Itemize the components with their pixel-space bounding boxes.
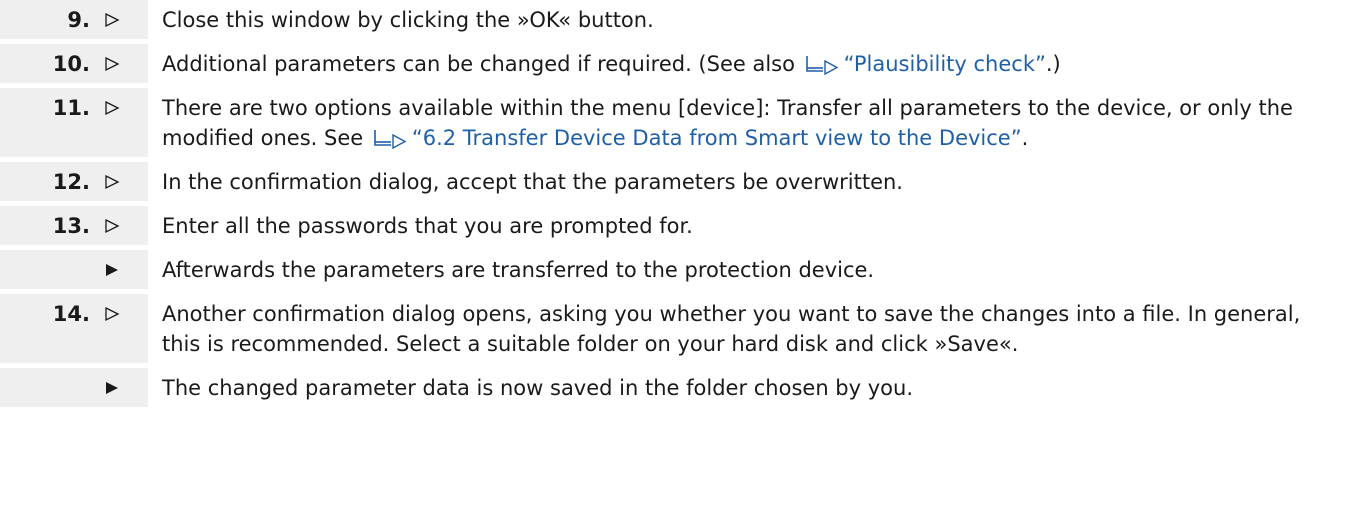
step-text: Close this window by clicking the »OK« b… <box>148 0 1368 39</box>
triangle-filled-icon <box>104 255 126 285</box>
step-text-body: Additional parameters can be changed if … <box>162 52 802 76</box>
triangle-outline-icon <box>104 93 126 123</box>
triangle-outline-icon <box>104 211 126 241</box>
step-text: In the confirmation dialog, accept that … <box>148 162 1368 201</box>
step-gutter <box>0 368 148 407</box>
instruction-steps: 9. Close this window by clicking the »OK… <box>0 0 1368 412</box>
step-text-body: Another confirmation dialog opens, askin… <box>162 302 1301 356</box>
step-13: 13. Enter all the passwords that you are… <box>0 206 1368 245</box>
triangle-outline-icon <box>104 5 126 35</box>
cross-reference-arrow-icon <box>804 55 840 75</box>
cross-reference-arrow-icon <box>372 129 408 149</box>
triangle-outline-icon <box>104 49 126 79</box>
step-text-suffix: . <box>1021 126 1029 150</box>
step-gutter: 9. <box>0 0 148 39</box>
step-gutter: 14. <box>0 294 148 363</box>
step-gutter <box>0 250 148 289</box>
step-gutter: 11. <box>0 88 148 157</box>
step-number: 9. <box>67 8 90 32</box>
triangle-outline-icon <box>104 299 126 329</box>
step-text-body: Enter all the passwords that you are pro… <box>162 214 693 238</box>
step-text-suffix: .) <box>1045 52 1061 76</box>
step-12: 12. In the confirmation dialog, accept t… <box>0 162 1368 201</box>
step-gutter: 10. <box>0 44 148 83</box>
step-number: 13. <box>52 214 90 238</box>
step-11: 11. There are two options available with… <box>0 88 1368 157</box>
triangle-filled-icon <box>104 373 126 403</box>
step-text-body: Close this window by clicking the »OK« b… <box>162 8 654 32</box>
step-text: Additional parameters can be changed if … <box>148 44 1368 83</box>
step-number: 12. <box>52 170 90 194</box>
step-text: Another confirmation dialog opens, askin… <box>148 294 1368 363</box>
step-text: There are two options available within t… <box>148 88 1368 157</box>
step-gutter: 13. <box>0 206 148 245</box>
step-text: Enter all the passwords that you are pro… <box>148 206 1368 245</box>
step-text-body: In the confirmation dialog, accept that … <box>162 170 903 194</box>
triangle-outline-icon <box>104 167 126 197</box>
step-9: 9. Close this window by clicking the »OK… <box>0 0 1368 39</box>
step-result: The changed parameter data is now saved … <box>0 368 1368 407</box>
step-text: Afterwards the parameters are transferre… <box>148 250 1368 289</box>
step-text: The changed parameter data is now saved … <box>148 368 1368 407</box>
plausibility-check-link[interactable]: “Plausibility check” <box>844 52 1046 76</box>
step-gutter: 12. <box>0 162 148 201</box>
step-14: 14. Another confirmation dialog opens, a… <box>0 294 1368 363</box>
step-result: Afterwards the parameters are transferre… <box>0 250 1368 289</box>
step-number: 11. <box>52 96 90 120</box>
step-number: 14. <box>52 302 90 326</box>
step-number: 10. <box>52 52 90 76</box>
transfer-device-data-link[interactable]: “6.2 Transfer Device Data from Smart vie… <box>412 126 1022 150</box>
step-result-text: The changed parameter data is now saved … <box>162 376 913 400</box>
step-result-text: Afterwards the parameters are transferre… <box>162 258 875 282</box>
step-10: 10. Additional parameters can be changed… <box>0 44 1368 83</box>
